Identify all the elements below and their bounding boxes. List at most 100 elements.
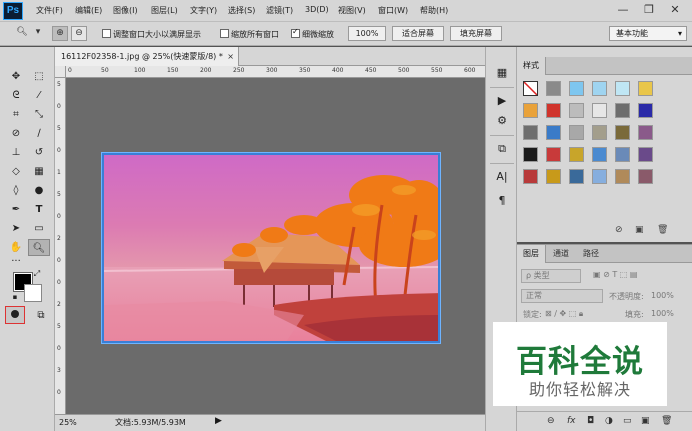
eyedropper-tool-icon[interactable]: ⤡: [28, 106, 50, 123]
style-swatch[interactable]: [638, 103, 653, 118]
style-swatch[interactable]: [615, 147, 630, 162]
zoom-tool-icon[interactable]: 🔍︎: [28, 239, 50, 256]
opacity-value[interactable]: 100%: [651, 291, 674, 300]
style-swatch[interactable]: [638, 125, 653, 140]
menu-help[interactable]: 帮助(H): [420, 5, 448, 16]
screen-mode-icon[interactable]: ⧉: [30, 307, 52, 324]
style-swatch[interactable]: [592, 125, 607, 140]
actions-play-icon[interactable]: ▶: [493, 93, 511, 109]
properties-panel-icon[interactable]: ⚙: [493, 113, 511, 129]
tab-paths[interactable]: 路径: [577, 245, 605, 263]
style-swatch[interactable]: [569, 103, 584, 118]
style-swatch[interactable]: [523, 169, 538, 184]
brush-tool-icon[interactable]: ∕: [28, 125, 50, 142]
style-swatch[interactable]: [615, 169, 630, 184]
link-layers-icon[interactable]: ⊖: [547, 416, 555, 426]
history-panel-icon[interactable]: ▦: [493, 65, 511, 81]
paragraph-panel-icon[interactable]: ¶: [493, 193, 511, 209]
layer-filter-select[interactable]: ρ 类型: [521, 269, 581, 283]
add-mask-icon[interactable]: ◘: [587, 416, 594, 426]
menu-edit[interactable]: 编辑(E): [75, 5, 102, 16]
healing-brush-tool-icon[interactable]: ⊘: [5, 125, 27, 142]
move-tool-icon[interactable]: ✥: [5, 68, 27, 85]
vertical-ruler[interactable]: 5 0 5 0 1 5 0 2 0 0 2 5 0 3 0: [55, 78, 66, 414]
menu-select[interactable]: 选择(S): [228, 5, 255, 16]
minimize-button[interactable]: —: [610, 2, 636, 18]
eraser-tool-icon[interactable]: ◇: [5, 163, 27, 180]
status-menu-arrow-icon[interactable]: ▶: [215, 416, 222, 426]
style-swatch[interactable]: [569, 169, 584, 184]
style-swatch[interactable]: [638, 169, 653, 184]
path-selection-tool-icon[interactable]: ➤: [5, 220, 27, 237]
style-swatch[interactable]: [592, 147, 607, 162]
style-swatch[interactable]: [546, 81, 561, 96]
crop-tool-icon[interactable]: ⌗: [5, 106, 27, 123]
close-window-button[interactable]: ✕: [662, 2, 688, 18]
style-swatch[interactable]: [615, 81, 630, 96]
preset-chevron-down-icon[interactable]: ▾: [33, 26, 43, 41]
menu-image[interactable]: 图像(I): [113, 5, 138, 16]
swap-colors-icon[interactable]: ⤢: [32, 269, 42, 279]
new-group-icon[interactable]: ▭: [623, 416, 632, 426]
style-swatch[interactable]: [615, 103, 630, 118]
fit-screen-button[interactable]: 适合屏幕: [392, 26, 444, 41]
document-tab[interactable]: 16112F02358-1.jpg @ 25%(快速蒙版/8) * ×: [55, 47, 239, 66]
delete-style-icon[interactable]: 🗑︎: [657, 225, 668, 235]
history-brush-tool-icon[interactable]: ↺: [28, 144, 50, 161]
style-swatch[interactable]: [569, 147, 584, 162]
style-swatch[interactable]: [592, 81, 607, 96]
style-swatch[interactable]: [546, 147, 561, 162]
new-layer-icon[interactable]: ▣: [641, 416, 650, 426]
zoom-100-button[interactable]: 100%: [348, 26, 386, 41]
close-tab-icon[interactable]: ×: [227, 47, 234, 66]
horizontal-ruler[interactable]: 050100150200250300350400450500550600650: [66, 66, 485, 78]
fill-screen-button[interactable]: 填充屏幕: [450, 26, 502, 41]
style-swatch[interactable]: [546, 103, 561, 118]
style-swatch[interactable]: [569, 81, 584, 96]
clone-stamp-tool-icon[interactable]: ⊥: [5, 144, 27, 161]
style-swatch[interactable]: [638, 81, 653, 96]
zoom-out-icon[interactable]: ⊖: [71, 26, 87, 41]
zoom-all-windows-checkbox[interactable]: [220, 29, 229, 38]
style-swatch[interactable]: [592, 103, 607, 118]
tab-styles[interactable]: 样式: [517, 57, 546, 75]
layer-style-icon[interactable]: fx: [567, 416, 576, 426]
style-swatch[interactable]: [523, 125, 538, 140]
zoom-in-icon[interactable]: ⊕: [52, 26, 68, 41]
marquee-tool-icon[interactable]: ⬚: [28, 68, 50, 85]
style-swatch[interactable]: [523, 103, 538, 118]
new-style-icon[interactable]: ▣: [635, 225, 644, 235]
adjustment-layer-icon[interactable]: ◑: [605, 416, 613, 426]
menu-layer[interactable]: 图层(L): [151, 5, 178, 16]
background-color-swatch[interactable]: [24, 284, 42, 302]
scrubby-zoom-checkbox[interactable]: [291, 27, 300, 38]
zoom-level-field[interactable]: 25%: [59, 417, 89, 429]
delete-layer-icon[interactable]: 🗑︎: [661, 416, 672, 426]
rectangle-tool-icon[interactable]: ▭: [28, 220, 50, 237]
style-swatch[interactable]: [615, 125, 630, 140]
clear-style-icon[interactable]: ⊘: [615, 225, 623, 235]
fill-value[interactable]: 100%: [651, 309, 674, 318]
menu-filter[interactable]: 滤镜(T): [266, 5, 293, 16]
lock-icons[interactable]: ⊠ ∕ ✥ ⬚ 🔒︎: [545, 309, 583, 319]
menu-type[interactable]: 文字(Y): [190, 5, 217, 16]
style-swatch[interactable]: [638, 147, 653, 162]
blend-mode-select[interactable]: 正常: [521, 289, 603, 303]
pen-tool-icon[interactable]: ✒: [5, 201, 27, 218]
more-tools-icon[interactable]: ···: [5, 253, 27, 270]
default-colors-icon[interactable]: ▪: [10, 292, 20, 302]
style-swatch[interactable]: [523, 147, 538, 162]
canvas-area[interactable]: [66, 78, 485, 414]
style-swatch[interactable]: [523, 81, 538, 96]
magic-wand-tool-icon[interactable]: ⁄: [28, 87, 50, 104]
zoom-tool-preset-icon[interactable]: 🔍︎: [14, 26, 30, 41]
menu-window[interactable]: 窗口(W): [378, 5, 408, 16]
style-swatch[interactable]: [546, 125, 561, 140]
tab-channels[interactable]: 通道: [547, 245, 575, 263]
dodge-tool-icon[interactable]: ●: [28, 182, 50, 199]
menu-file[interactable]: 文件(F): [36, 5, 63, 16]
filter-icons[interactable]: ▣ ⊘ T ⬚ ▤: [593, 270, 637, 279]
menu-3d[interactable]: 3D(D): [305, 5, 329, 14]
clone-source-icon[interactable]: ⧉: [493, 141, 511, 157]
tab-layers[interactable]: 图层: [517, 245, 546, 263]
